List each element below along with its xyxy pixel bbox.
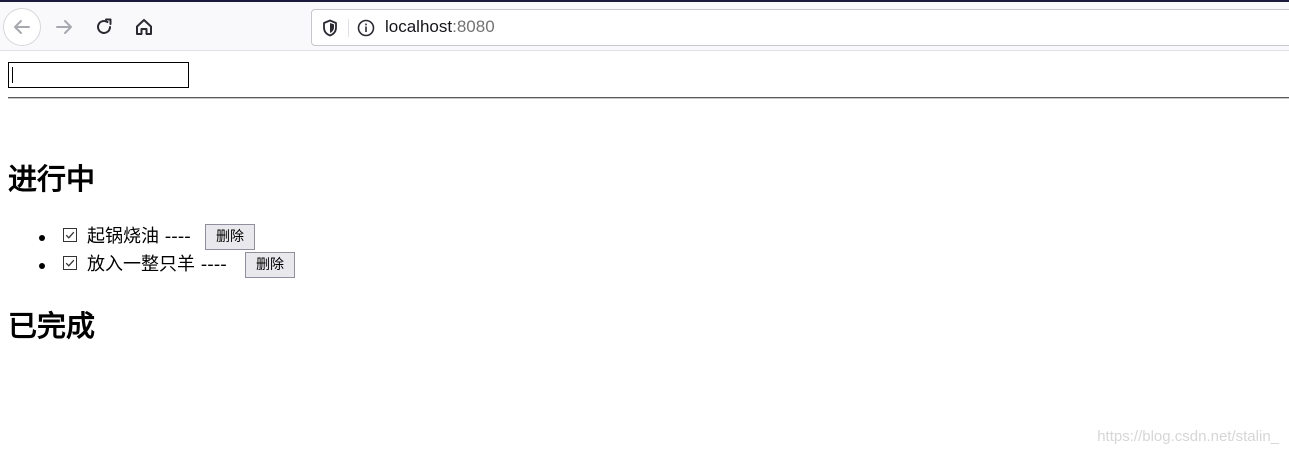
reload-icon [97,18,112,34]
page-content: 进行中 起锅烧油 ---- 删除 放入一整只羊 ---- 删除 已完成 http… [0,51,1289,456]
home-icon [136,19,152,35]
bullet-icon [39,263,45,269]
delete-button[interactable]: 删除 [245,252,295,278]
done-heading: 已完成 [8,309,96,343]
ongoing-list: 起锅烧油 ---- 删除 放入一整只羊 ---- 删除 [0,224,800,280]
arrow-right-icon [56,20,72,34]
reload-button[interactable] [85,8,123,46]
forward-button[interactable] [45,8,83,46]
text-caret [12,67,13,83]
list-item: 放入一整只羊 ---- 删除 [0,252,800,280]
checkmark-icon [65,259,75,267]
divider [8,97,1289,99]
url-text[interactable]: localhost:8080 [385,17,495,37]
url-separator [348,19,349,37]
delete-button[interactable]: 删除 [205,224,255,250]
url-port: :8080 [452,17,495,36]
back-button[interactable] [3,8,41,46]
item-checkbox[interactable] [63,228,77,242]
watermark: https://blog.csdn.net/stalin_ [1097,428,1279,445]
item-checkbox[interactable] [63,256,77,270]
url-bar[interactable]: localhost:8080 [311,9,1289,46]
bullet-icon [39,235,45,241]
shield-icon[interactable] [320,18,340,38]
ongoing-heading: 进行中 [8,162,96,196]
list-item: 起锅烧油 ---- 删除 [0,224,800,252]
info-icon[interactable] [356,18,376,38]
home-button[interactable] [125,8,163,46]
checkmark-icon [65,231,75,239]
url-host: localhost [385,17,453,36]
arrow-left-icon [14,20,30,34]
todo-input[interactable] [8,62,189,88]
item-text: 起锅烧油 ---- [87,226,191,247]
item-text: 放入一整只羊 ---- [87,254,227,275]
browser-toolbar: localhost:8080 [0,2,1289,51]
